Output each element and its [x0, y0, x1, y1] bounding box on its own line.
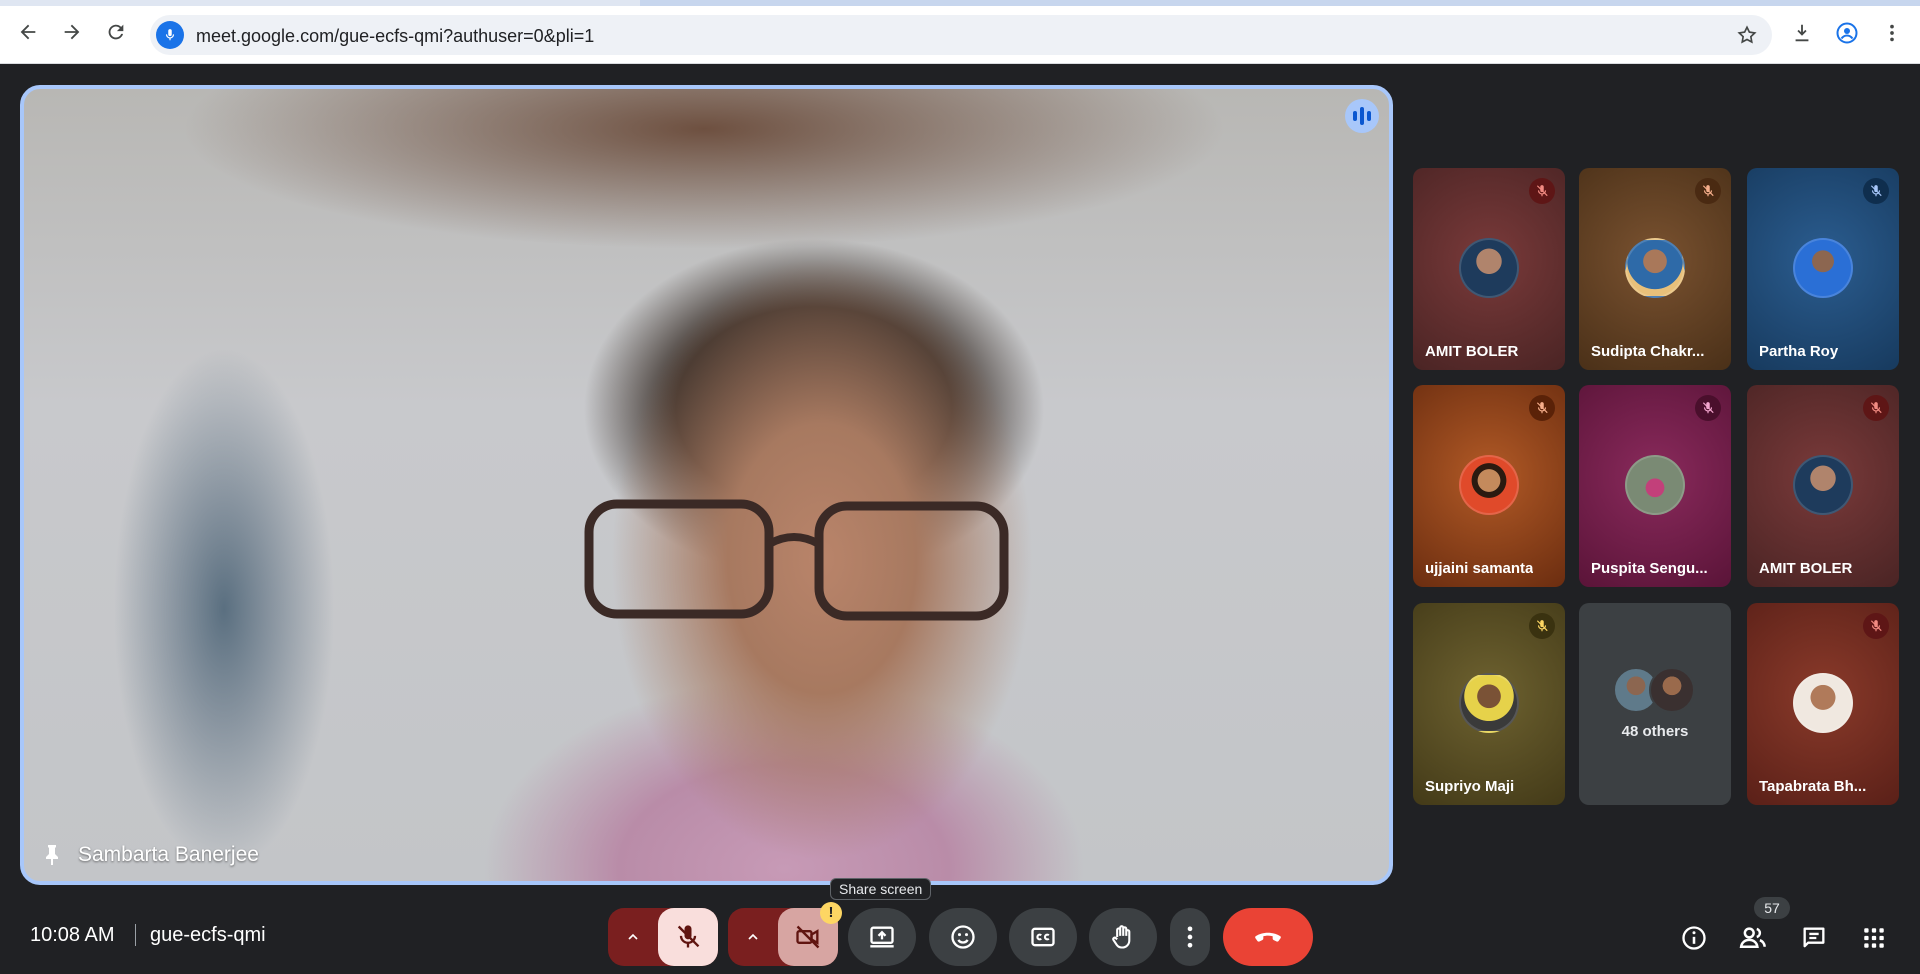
participant-tile[interactable]: Tapabrata Bh...	[1747, 603, 1899, 805]
reload-icon	[108, 24, 124, 40]
back-button[interactable]	[14, 18, 42, 46]
chevron-up-icon	[628, 933, 638, 940]
participant-tile[interactable]: AMIT BOLER	[1747, 385, 1899, 587]
profile-button[interactable]	[1834, 20, 1860, 46]
participant-name: Sudipta Chakr...	[1591, 343, 1705, 360]
people-icon	[1739, 927, 1766, 948]
muted-mic-icon	[1695, 395, 1721, 421]
speaking-indicator-icon	[1345, 99, 1379, 133]
hand-icon	[1112, 925, 1131, 949]
presenter-name: Sambarta Banerjee	[78, 843, 259, 866]
activities-button[interactable]	[1858, 922, 1890, 954]
muted-mic-icon	[1863, 178, 1889, 204]
avatar	[1793, 455, 1853, 515]
reactions-button[interactable]	[929, 908, 997, 966]
avatar	[1459, 455, 1519, 515]
mic-off-icon	[677, 925, 700, 948]
browser-toolbar: meet.google.com/gue-ecfs-qmi?authuser=0&…	[0, 0, 1920, 64]
avatar	[1459, 238, 1519, 298]
forward-button[interactable]	[58, 18, 86, 46]
apps-grid-icon	[1864, 928, 1884, 948]
participant-tile[interactable]: AMIT BOLER	[1413, 168, 1565, 370]
hang-up-icon	[1255, 932, 1281, 942]
participant-name: Partha Roy	[1759, 343, 1839, 360]
browser-menu-button[interactable]	[1879, 20, 1905, 46]
others-count-label: 48 others	[1621, 723, 1689, 740]
account-circle-icon	[1836, 22, 1858, 44]
participant-tile[interactable]: Puspita Sengu...	[1579, 385, 1731, 587]
muted-mic-icon	[1863, 613, 1889, 639]
url-text[interactable]: meet.google.com/gue-ecfs-qmi?authuser=0&…	[196, 26, 594, 47]
more-options-button[interactable]	[1170, 908, 1210, 966]
current-time: 10:08 AM	[30, 924, 115, 946]
participant-tile[interactable]: Supriyo Maji	[1413, 603, 1565, 805]
reload-button[interactable]	[102, 18, 130, 46]
kebab-menu-icon	[1187, 926, 1193, 948]
leave-call-button[interactable]	[1223, 908, 1313, 966]
download-button[interactable]	[1789, 20, 1815, 46]
info-icon	[1682, 926, 1706, 950]
meeting-code: gue-ecfs-qmi	[150, 924, 266, 946]
presenter-label: Sambarta Banerjee	[44, 843, 259, 867]
share-screen-button[interactable]	[848, 908, 916, 966]
captions-button[interactable]	[1009, 908, 1077, 966]
participant-tile[interactable]: Partha Roy	[1747, 168, 1899, 370]
download-icon	[1795, 24, 1809, 42]
video-options-button[interactable]	[728, 908, 778, 966]
muted-mic-icon	[1529, 395, 1555, 421]
camera-off-icon	[796, 925, 820, 949]
chat-icon	[1803, 927, 1825, 948]
participant-tile[interactable]: Sudipta Chakr...	[1579, 168, 1731, 370]
toggle-microphone-button[interactable]	[658, 908, 718, 966]
avatar	[1625, 238, 1685, 298]
share-screen-tooltip: Share screen	[830, 878, 932, 900]
participant-name: AMIT BOLER	[1759, 560, 1853, 577]
participant-name: Supriyo Maji	[1425, 778, 1515, 795]
mic-in-use-icon[interactable]	[156, 21, 184, 49]
raise-hand-button[interactable]	[1089, 908, 1157, 966]
audio-options-button[interactable]	[608, 908, 658, 966]
participant-name: Tapabrata Bh...	[1759, 778, 1867, 795]
participant-name: ujjaini samanta	[1425, 560, 1534, 577]
chat-button[interactable]	[1798, 922, 1830, 954]
muted-mic-icon	[1863, 395, 1889, 421]
forward-arrow-icon	[64, 24, 80, 40]
tab-strip	[0, 0, 1920, 6]
avatar	[1649, 667, 1695, 713]
camera-warning-icon: !	[820, 902, 842, 924]
emoji-icon	[951, 925, 975, 949]
avatar	[1459, 673, 1519, 733]
people-button[interactable]	[1737, 922, 1769, 954]
back-arrow-icon	[20, 24, 36, 40]
participant-name: AMIT BOLER	[1425, 343, 1519, 360]
pin-icon[interactable]	[44, 844, 60, 866]
bookmark-star-icon[interactable]	[1736, 24, 1758, 46]
kebab-menu-icon	[1890, 24, 1894, 42]
presenter-video-detail	[584, 499, 1009, 621]
avatar	[1625, 455, 1685, 515]
address-bar[interactable]: meet.google.com/gue-ecfs-qmi?authuser=0&…	[150, 15, 1772, 55]
chevron-up-icon	[748, 933, 758, 940]
participant-name: Puspita Sengu...	[1591, 560, 1708, 577]
microphone-control	[608, 908, 718, 966]
participant-count-badge: 57	[1754, 897, 1790, 919]
others-tile[interactable]: 48 others	[1579, 603, 1731, 805]
main-video-feed[interactable]: Sambarta Banerjee	[20, 85, 1393, 885]
muted-mic-icon	[1695, 178, 1721, 204]
meeting-details-button[interactable]	[1678, 922, 1710, 954]
participant-tile[interactable]: ujjaini samanta	[1413, 385, 1565, 587]
present-screen-icon	[870, 926, 894, 948]
muted-mic-icon	[1529, 178, 1555, 204]
muted-mic-icon	[1529, 613, 1555, 639]
avatar	[1793, 238, 1853, 298]
avatar	[1793, 673, 1853, 733]
closed-captions-icon	[1031, 927, 1055, 947]
divider	[135, 924, 136, 946]
